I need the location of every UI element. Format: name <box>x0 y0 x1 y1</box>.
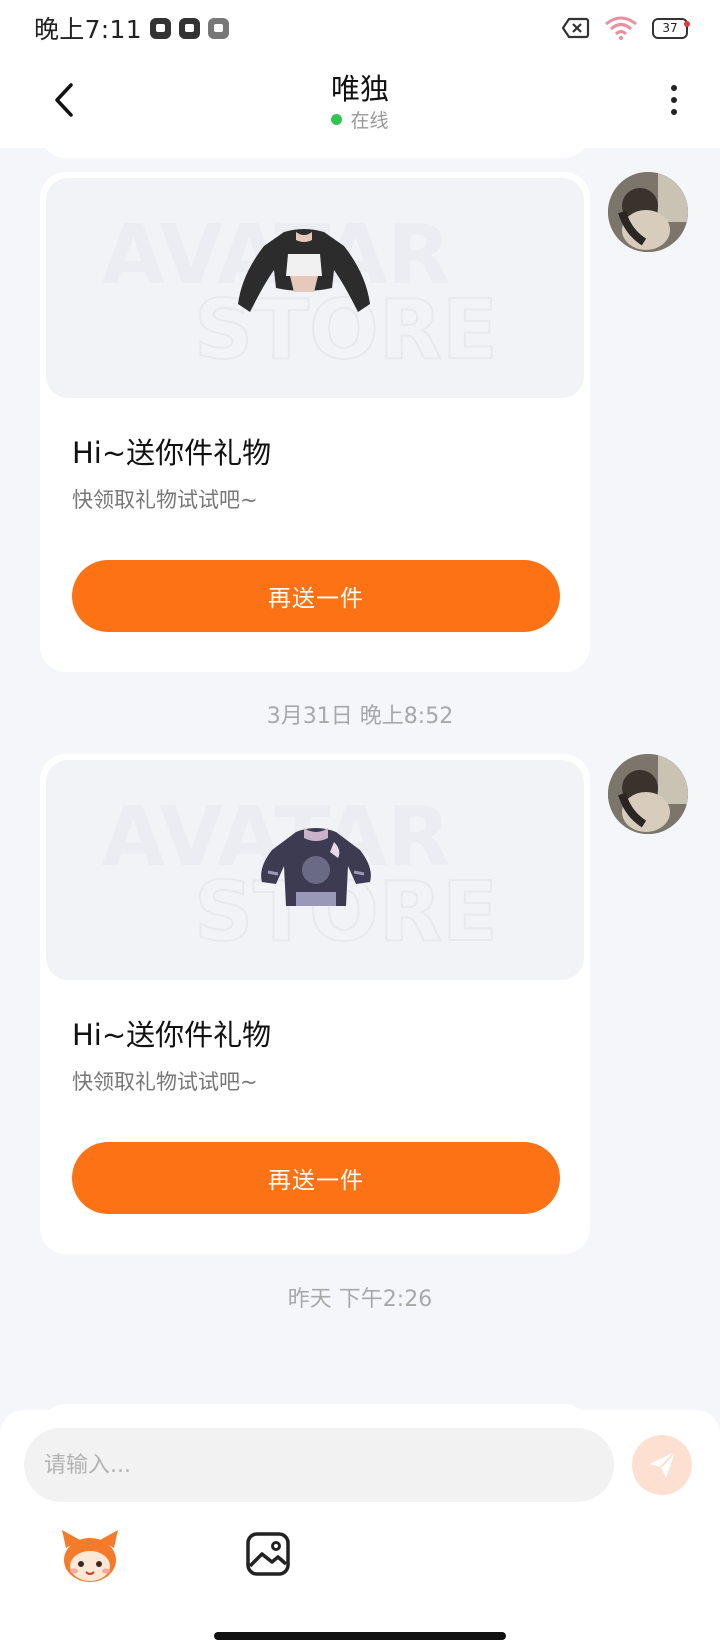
status-right: 37 <box>562 16 690 40</box>
wifi-icon <box>605 16 637 40</box>
mascot-emoji-icon <box>62 1530 118 1582</box>
message-input[interactable] <box>24 1428 614 1502</box>
chat-header: 唯独 在线 <box>0 56 720 148</box>
gift-title: Hi~送你件礼物 <box>72 1018 272 1052</box>
avatar-image <box>608 754 688 834</box>
more-vertical-icon <box>671 85 677 91</box>
notification-icon <box>207 17 229 39</box>
gift-preview[interactable]: AVATAR STORE <box>46 760 584 980</box>
timestamp: 3月31日 晚上8:52 <box>266 704 454 729</box>
avatar[interactable] <box>608 172 688 252</box>
input-bar <box>0 1410 720 1650</box>
image-picker-button[interactable] <box>244 1530 292 1578</box>
gift-title: Hi~送你件礼物 <box>72 436 272 470</box>
notification-icon <box>149 17 171 39</box>
more-button[interactable] <box>660 78 688 122</box>
status-time: 晚上7:11 <box>34 15 142 44</box>
resend-gift-button[interactable]: 再送一件 <box>72 560 560 632</box>
gift-preview[interactable]: AVATAR STORE <box>46 178 584 398</box>
previous-message-stub <box>40 148 590 158</box>
timestamp: 昨天 下午2:26 <box>287 1287 433 1312</box>
gift-subtitle: 快领取礼物试试吧~ <box>72 1070 258 1094</box>
notification-icon <box>178 17 200 39</box>
online-status: 在线 <box>0 106 720 133</box>
image-icon <box>246 1532 290 1576</box>
status-left: 晚上7:11 <box>34 10 229 46</box>
hoodie-image <box>261 828 371 906</box>
avatar[interactable] <box>608 754 688 834</box>
message-list[interactable]: AVATAR STORE Hi~送你件礼物 快领取礼物试试吧~ 再送一件 <box>0 148 720 1410</box>
send-button[interactable] <box>632 1435 692 1495</box>
sim-off-icon <box>562 17 590 39</box>
battery-icon: 37 <box>652 17 690 39</box>
status-bar: 晚上7:11 37 <box>0 0 720 56</box>
gift-card[interactable]: AVATAR STORE Hi~送你件礼物 快领取礼物试试吧~ 再送一件 <box>40 754 590 1254</box>
cropped-jacket-image <box>238 229 370 312</box>
gift-card[interactable]: AVATAR STORE Hi~送你件礼物 快领取礼物试试吧~ 再送一件 <box>40 172 590 672</box>
home-indicator[interactable] <box>214 1632 506 1640</box>
send-icon <box>649 1451 676 1478</box>
contact-name: 唯独 <box>330 72 389 106</box>
gift-subtitle: 快领取礼物试试吧~ <box>72 488 258 512</box>
avatar-image <box>608 172 688 252</box>
resend-gift-button[interactable]: 再送一件 <box>72 1142 560 1214</box>
online-status-text: 在线 <box>350 110 389 132</box>
battery-level: 37 <box>662 21 678 35</box>
mascot-emoji-button[interactable] <box>58 1526 122 1586</box>
chat-screen: 晚上7:11 37 唯独 在线 STORE Hi~送你件礼物 快领取礼物试试吧~… <box>0 0 720 1650</box>
online-dot <box>331 114 343 125</box>
